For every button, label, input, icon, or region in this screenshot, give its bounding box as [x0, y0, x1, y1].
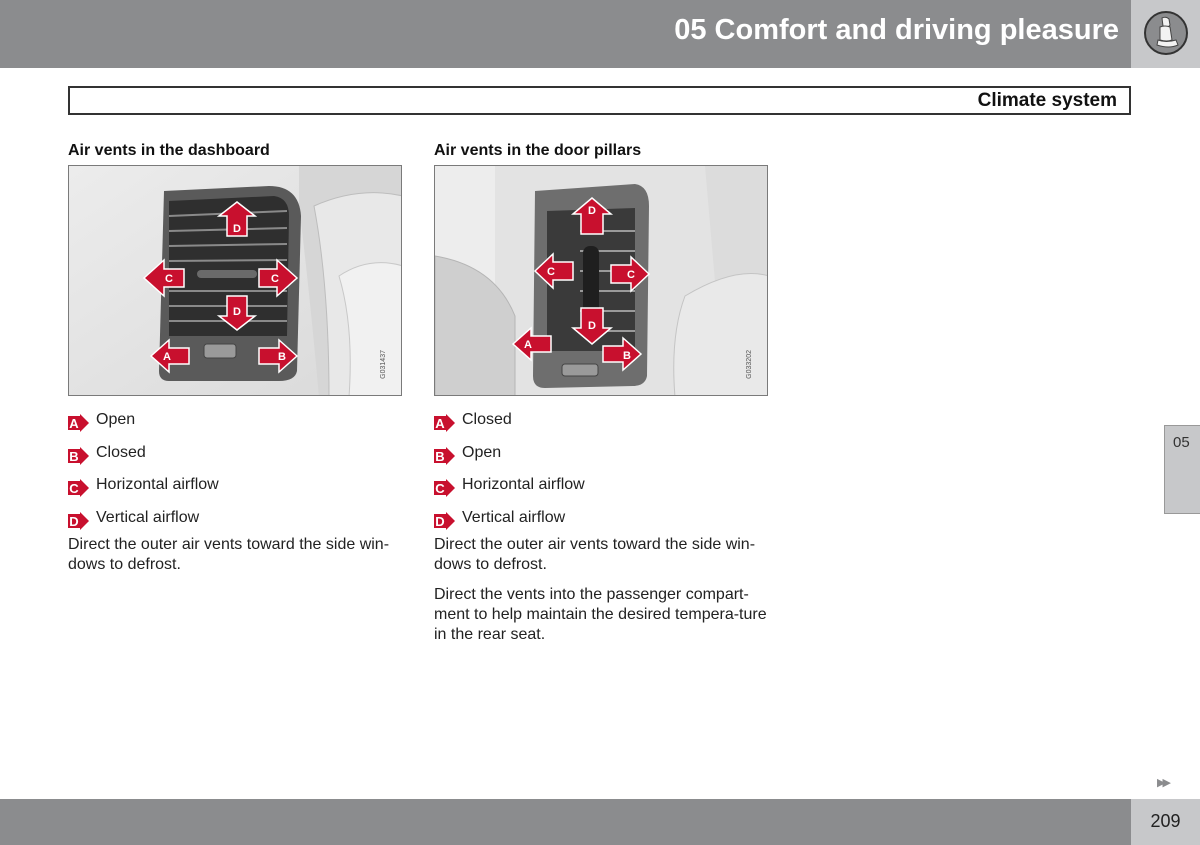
section-title: Climate system [977, 90, 1117, 111]
svg-text:B: B [435, 449, 444, 464]
chapter-title: 05 Comfort and driving pleasure [674, 14, 1119, 46]
badge-c-icon: C [68, 479, 89, 498]
figure-label: D [233, 306, 241, 318]
legend-item: D Vertical airflow [68, 502, 402, 535]
chapter-side-tab-label: 05 [1173, 434, 1190, 451]
page-number-box: 209 [1131, 799, 1200, 845]
figure-label: C [627, 269, 635, 281]
dashboard-vent-illustration: D C C D A B G031437 [68, 165, 402, 396]
legend-item: C Horizontal airflow [434, 469, 768, 502]
legend-list: A Closed B Open C Horizontal airflow D V… [434, 404, 768, 534]
figure-code: G033202 [746, 350, 753, 379]
figure-label: D [588, 205, 596, 217]
figure-label: C [547, 266, 555, 278]
door-pillar-vents-section: Air vents in the door pillars D C C D A … [434, 142, 768, 655]
body-paragraph: Direct the outer air vents toward the si… [68, 536, 390, 573]
badge-d-icon: D [434, 511, 455, 530]
legend-text: Horizontal airflow [96, 476, 219, 494]
badge-c-icon: C [434, 479, 455, 498]
figure-label: A [163, 351, 171, 363]
page-number: 209 [1150, 811, 1181, 831]
legend-text: Closed [96, 443, 146, 461]
legend-list: A Open B Closed C Horizontal airflow D V… [68, 404, 402, 534]
badge-a-icon: A [434, 414, 455, 433]
footer-bar [0, 799, 1131, 845]
legend-text: Closed [462, 411, 512, 429]
section-title-bar: Climate system [68, 86, 1131, 115]
figure-code: G031437 [380, 350, 387, 379]
svg-text:D: D [69, 514, 78, 529]
dashboard-vents-heading: Air vents in the dashboard [68, 142, 270, 159]
figure-label: B [278, 351, 286, 363]
legend-text: Vertical airflow [96, 508, 200, 526]
badge-d-icon: D [68, 511, 89, 530]
legend-item: B Open [434, 437, 768, 470]
figure-label: D [588, 320, 596, 332]
legend-text: Horizontal airflow [462, 476, 585, 494]
svg-text:B: B [69, 449, 78, 464]
legend-item: D Vertical airflow [434, 502, 768, 535]
svg-text:A: A [69, 416, 79, 431]
dashboard-vents-section: Air vents in the dashboard D C C D A B G… [68, 142, 402, 585]
badge-b-icon: B [434, 446, 455, 465]
legend-text: Open [96, 411, 136, 429]
svg-text:C: C [69, 481, 79, 496]
figure-label: D [233, 223, 241, 235]
chapter-icon-box [1131, 0, 1200, 68]
badge-a-icon: A [68, 414, 89, 433]
figure-label: A [524, 339, 532, 351]
legend-text: Open [462, 443, 502, 461]
legend-item: A Open [68, 404, 402, 437]
legend-item: A Closed [434, 404, 768, 437]
double-arrow-right-icon: ▶▶ [1157, 777, 1171, 789]
legend-item: C Horizontal airflow [68, 469, 402, 502]
svg-text:C: C [435, 481, 445, 496]
svg-text:A: A [435, 416, 445, 431]
body-paragraph: Direct the vents into the passenger comp… [434, 586, 767, 643]
figure-label: B [623, 350, 631, 362]
legend-text: Vertical airflow [462, 508, 566, 526]
chapter-header-bar: 05 Comfort and driving pleasure [0, 0, 1131, 68]
svg-text:D: D [435, 514, 444, 529]
door-pillar-vent-illustration: D C C D A B G033202 [434, 165, 768, 396]
body-paragraph: Direct the outer air vents toward the si… [434, 536, 756, 573]
seat-icon [1144, 11, 1188, 55]
chapter-side-tab[interactable]: 05 [1164, 425, 1200, 514]
figure-label: C [271, 273, 279, 285]
door-pillar-vents-heading: Air vents in the door pillars [434, 142, 642, 159]
badge-b-icon: B [68, 446, 89, 465]
legend-item: B Closed [68, 437, 402, 470]
figure-label: C [165, 273, 173, 285]
